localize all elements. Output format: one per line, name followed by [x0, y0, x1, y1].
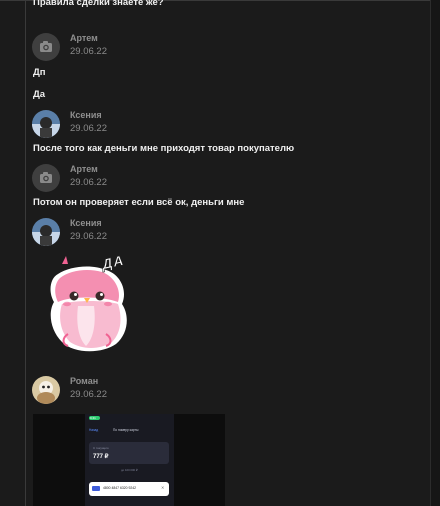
message-date: 29.06.22: [70, 389, 107, 400]
user-photo: [32, 218, 60, 246]
avatar[interactable]: [32, 376, 60, 404]
message-author: Ксения 29.06.22: [32, 110, 332, 140]
avatar[interactable]: [32, 33, 60, 61]
author-name[interactable]: Артем: [70, 164, 98, 174]
screen-title: По номеру карты: [113, 428, 139, 432]
scrollbar-track[interactable]: [430, 0, 440, 506]
message-date: 29.06.22: [70, 177, 107, 188]
user-photo: [32, 110, 60, 138]
message-date: 29.06.22: [70, 46, 107, 57]
camera-icon: [40, 172, 52, 183]
clear-icon: ✕: [161, 485, 165, 490]
phone-screenshot: 9:41 Назад По номеру карты С текущего 77…: [85, 414, 174, 506]
limit-note: до 100 000 ₽: [121, 468, 138, 472]
author-name[interactable]: Артем: [70, 33, 98, 43]
card-number-field: 4800 4847 6320 9242 ✕: [89, 482, 169, 496]
message-text: Дп: [33, 67, 46, 78]
amount: 777 ₽: [93, 454, 109, 460]
time-pill: 9:41: [89, 416, 100, 420]
author-name[interactable]: Ксения: [70, 110, 102, 120]
camera-icon: [40, 41, 52, 52]
status-bar: 9:41: [85, 414, 174, 422]
author-name[interactable]: Роман: [70, 376, 98, 386]
avatar[interactable]: [32, 218, 60, 246]
message-text: После того как деньги мне приходят товар…: [33, 143, 295, 154]
balance-card: С текущего 777 ₽: [89, 442, 169, 464]
message-author: Артем 29.06.22: [32, 33, 332, 63]
card-label: С текущего: [93, 446, 109, 450]
message-author: Ксения 29.06.22: [32, 218, 332, 248]
author-name[interactable]: Ксения: [70, 218, 102, 228]
avatar[interactable]: [32, 164, 60, 192]
card-icon: [92, 486, 100, 491]
message-text: Да: [33, 89, 46, 100]
message-date: 29.06.22: [70, 123, 107, 134]
user-photo: [32, 376, 60, 404]
message-text: Потом он проверяет если всё ок, деньги м…: [33, 197, 245, 208]
message-author: Роман 29.06.22: [32, 376, 332, 406]
thread-rail: [25, 0, 26, 506]
status-time: 9:41: [90, 415, 96, 420]
card-number: 4800 4847 6320 9242: [103, 486, 136, 490]
sticker[interactable]: ДА: [40, 252, 136, 358]
avatar[interactable]: [32, 110, 60, 138]
back-label: Назад: [89, 428, 99, 432]
message-text: Правила сделки знаете же?: [33, 0, 164, 8]
message-author: Артем 29.06.22: [32, 164, 332, 194]
chat-log: Правила сделки знаете же? Артем 29.06.22…: [0, 0, 440, 506]
image-attachment[interactable]: 9:41 Назад По номеру карты С текущего 77…: [33, 414, 225, 506]
message-date: 29.06.22: [70, 231, 107, 242]
